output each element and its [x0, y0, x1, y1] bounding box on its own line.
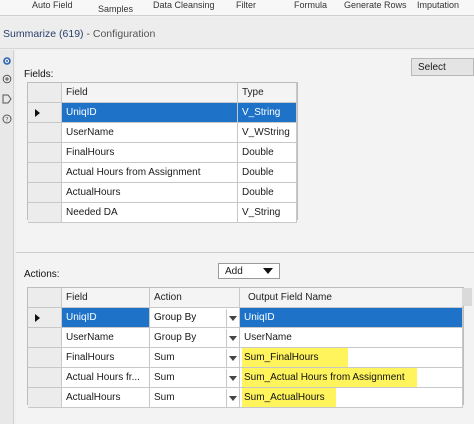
ribbon-formula[interactable]: Formula	[294, 0, 327, 10]
field-name-cell[interactable]: UniqID	[62, 103, 238, 123]
current-row-arrow-icon	[35, 314, 40, 322]
chevron-down-icon[interactable]	[226, 349, 238, 367]
current-row-arrow-icon	[35, 109, 40, 117]
field-name-cell[interactable]: ActualHours	[62, 183, 238, 203]
highlighted-output: Sum_ActualHours	[242, 388, 336, 407]
actions-col-action[interactable]: Action	[150, 288, 240, 308]
actions-label: Actions:	[24, 269, 60, 280]
row-selector[interactable]	[28, 328, 62, 348]
row-selector[interactable]	[28, 388, 62, 408]
table-row[interactable]: Needed DA V_String	[28, 203, 299, 223]
configuration-header: Summarize (619) - Configuration	[0, 17, 474, 49]
row-header-corner	[28, 288, 62, 308]
add-action-button[interactable]: Add	[218, 263, 280, 279]
row-selector[interactable]	[28, 308, 62, 328]
chevron-down-icon[interactable]	[226, 389, 238, 407]
fields-grid: Field Type UniqID V_String UserName V_WS…	[27, 82, 299, 223]
output-field-name-cell[interactable]: UserName	[240, 328, 463, 348]
row-selector[interactable]	[28, 183, 62, 203]
left-icon-bar: ?	[0, 50, 14, 424]
actions-grid: Field Action Output Field Name UniqID Gr…	[27, 287, 464, 408]
output-field-name-cell[interactable]: Sum_FinalHours	[240, 348, 463, 368]
field-type-cell[interactable]: V_String	[238, 203, 297, 223]
output-field-name-cell[interactable]: Sum_Actual Hours from Assignment	[240, 368, 463, 388]
chevron-down-icon[interactable]	[226, 329, 238, 347]
fields-label: Fields:	[24, 69, 54, 80]
action-field-cell[interactable]: Actual Hours fr...	[62, 368, 150, 388]
ribbon-samples[interactable]: Samples	[98, 4, 133, 14]
highlighted-output: Sum_Actual Hours from Assignment	[242, 368, 417, 387]
action-field-cell[interactable]: UserName	[62, 328, 150, 348]
field-name-cell[interactable]: UserName	[62, 123, 238, 143]
fields-header-row: Field Type	[28, 83, 299, 103]
ribbon-filter[interactable]: Filter	[236, 0, 256, 10]
row-selector[interactable]	[28, 203, 62, 223]
chevron-down-icon	[263, 268, 273, 274]
table-row[interactable]: ActualHours Double	[28, 183, 299, 203]
fields-col-field[interactable]: Field	[62, 83, 238, 103]
view-icon[interactable]	[2, 74, 12, 84]
field-type-cell[interactable]: Double	[238, 143, 297, 163]
actions-col-output[interactable]: Output Field Name	[240, 288, 463, 308]
section-divider	[16, 252, 474, 253]
actions-header-row: Field Action Output Field Name	[28, 288, 463, 308]
highlighted-output: Sum_FinalHours	[242, 348, 348, 367]
table-row[interactable]: Actual Hours from Assignment Double	[28, 163, 299, 183]
chevron-down-icon[interactable]	[226, 369, 238, 387]
add-action-label: Add	[225, 266, 243, 277]
row-selector[interactable]	[28, 348, 62, 368]
field-type-cell[interactable]: Double	[238, 163, 297, 183]
tag-icon[interactable]	[2, 94, 12, 104]
table-row[interactable]: UserName V_WString	[28, 123, 299, 143]
ribbon-generate-rows[interactable]: Generate Rows	[344, 0, 407, 10]
tool-ribbon: Auto Field Samples Data Cleansing Filter…	[0, 0, 474, 16]
field-name-cell[interactable]: Needed DA	[62, 203, 238, 223]
svg-text:?: ?	[5, 117, 8, 124]
table-row[interactable]: UniqID V_String	[28, 103, 299, 123]
row-selector[interactable]	[28, 163, 62, 183]
table-row[interactable]: UserName Group By UserName	[28, 328, 463, 348]
row-selector[interactable]	[28, 368, 62, 388]
field-type-cell[interactable]: Double	[238, 183, 297, 203]
action-field-cell[interactable]: UniqID	[62, 308, 150, 328]
row-header-corner	[28, 83, 62, 103]
ribbon-imputation[interactable]: Imputation	[417, 0, 459, 10]
table-row[interactable]: ActualHours Sum Sum_ActualHours	[28, 388, 463, 408]
actions-col-field[interactable]: Field	[62, 288, 150, 308]
window-title: Summarize (619) - Configuration	[3, 28, 155, 40]
table-row[interactable]: FinalHours Double	[28, 143, 299, 163]
action-field-cell[interactable]: FinalHours	[62, 348, 150, 368]
table-row[interactable]: Actual Hours fr... Sum Sum_Actual Hours …	[28, 368, 463, 388]
action-field-cell[interactable]: ActualHours	[62, 388, 150, 408]
help-icon[interactable]: ?	[2, 114, 12, 124]
field-type-cell[interactable]: V_String	[238, 103, 297, 123]
row-selector[interactable]	[28, 103, 62, 123]
output-field-name-cell[interactable]: UniqID	[240, 308, 463, 328]
row-selector[interactable]	[28, 123, 62, 143]
row-selector[interactable]	[28, 143, 62, 163]
table-row[interactable]: FinalHours Sum Sum_FinalHours	[28, 348, 463, 368]
field-name-cell[interactable]: Actual Hours from Assignment	[62, 163, 238, 183]
select-button[interactable]: Select	[411, 58, 474, 76]
tool-name: Summarize (619)	[3, 28, 84, 40]
window-subtitle: - Configuration	[83, 28, 156, 40]
fields-col-type[interactable]: Type	[238, 83, 297, 103]
table-row[interactable]: UniqID Group By UniqID	[28, 308, 463, 328]
field-name-cell[interactable]: FinalHours	[62, 143, 238, 163]
chevron-down-icon[interactable]	[226, 309, 238, 327]
field-type-cell[interactable]: V_WString	[238, 123, 297, 143]
ribbon-auto-field[interactable]: Auto Field	[32, 0, 73, 10]
ribbon-data-cleansing[interactable]: Data Cleansing	[153, 0, 215, 10]
output-field-name-cell[interactable]: Sum_ActualHours	[240, 388, 463, 408]
actions-scrollbar[interactable]	[462, 288, 472, 306]
settings-icon[interactable]	[2, 56, 12, 66]
